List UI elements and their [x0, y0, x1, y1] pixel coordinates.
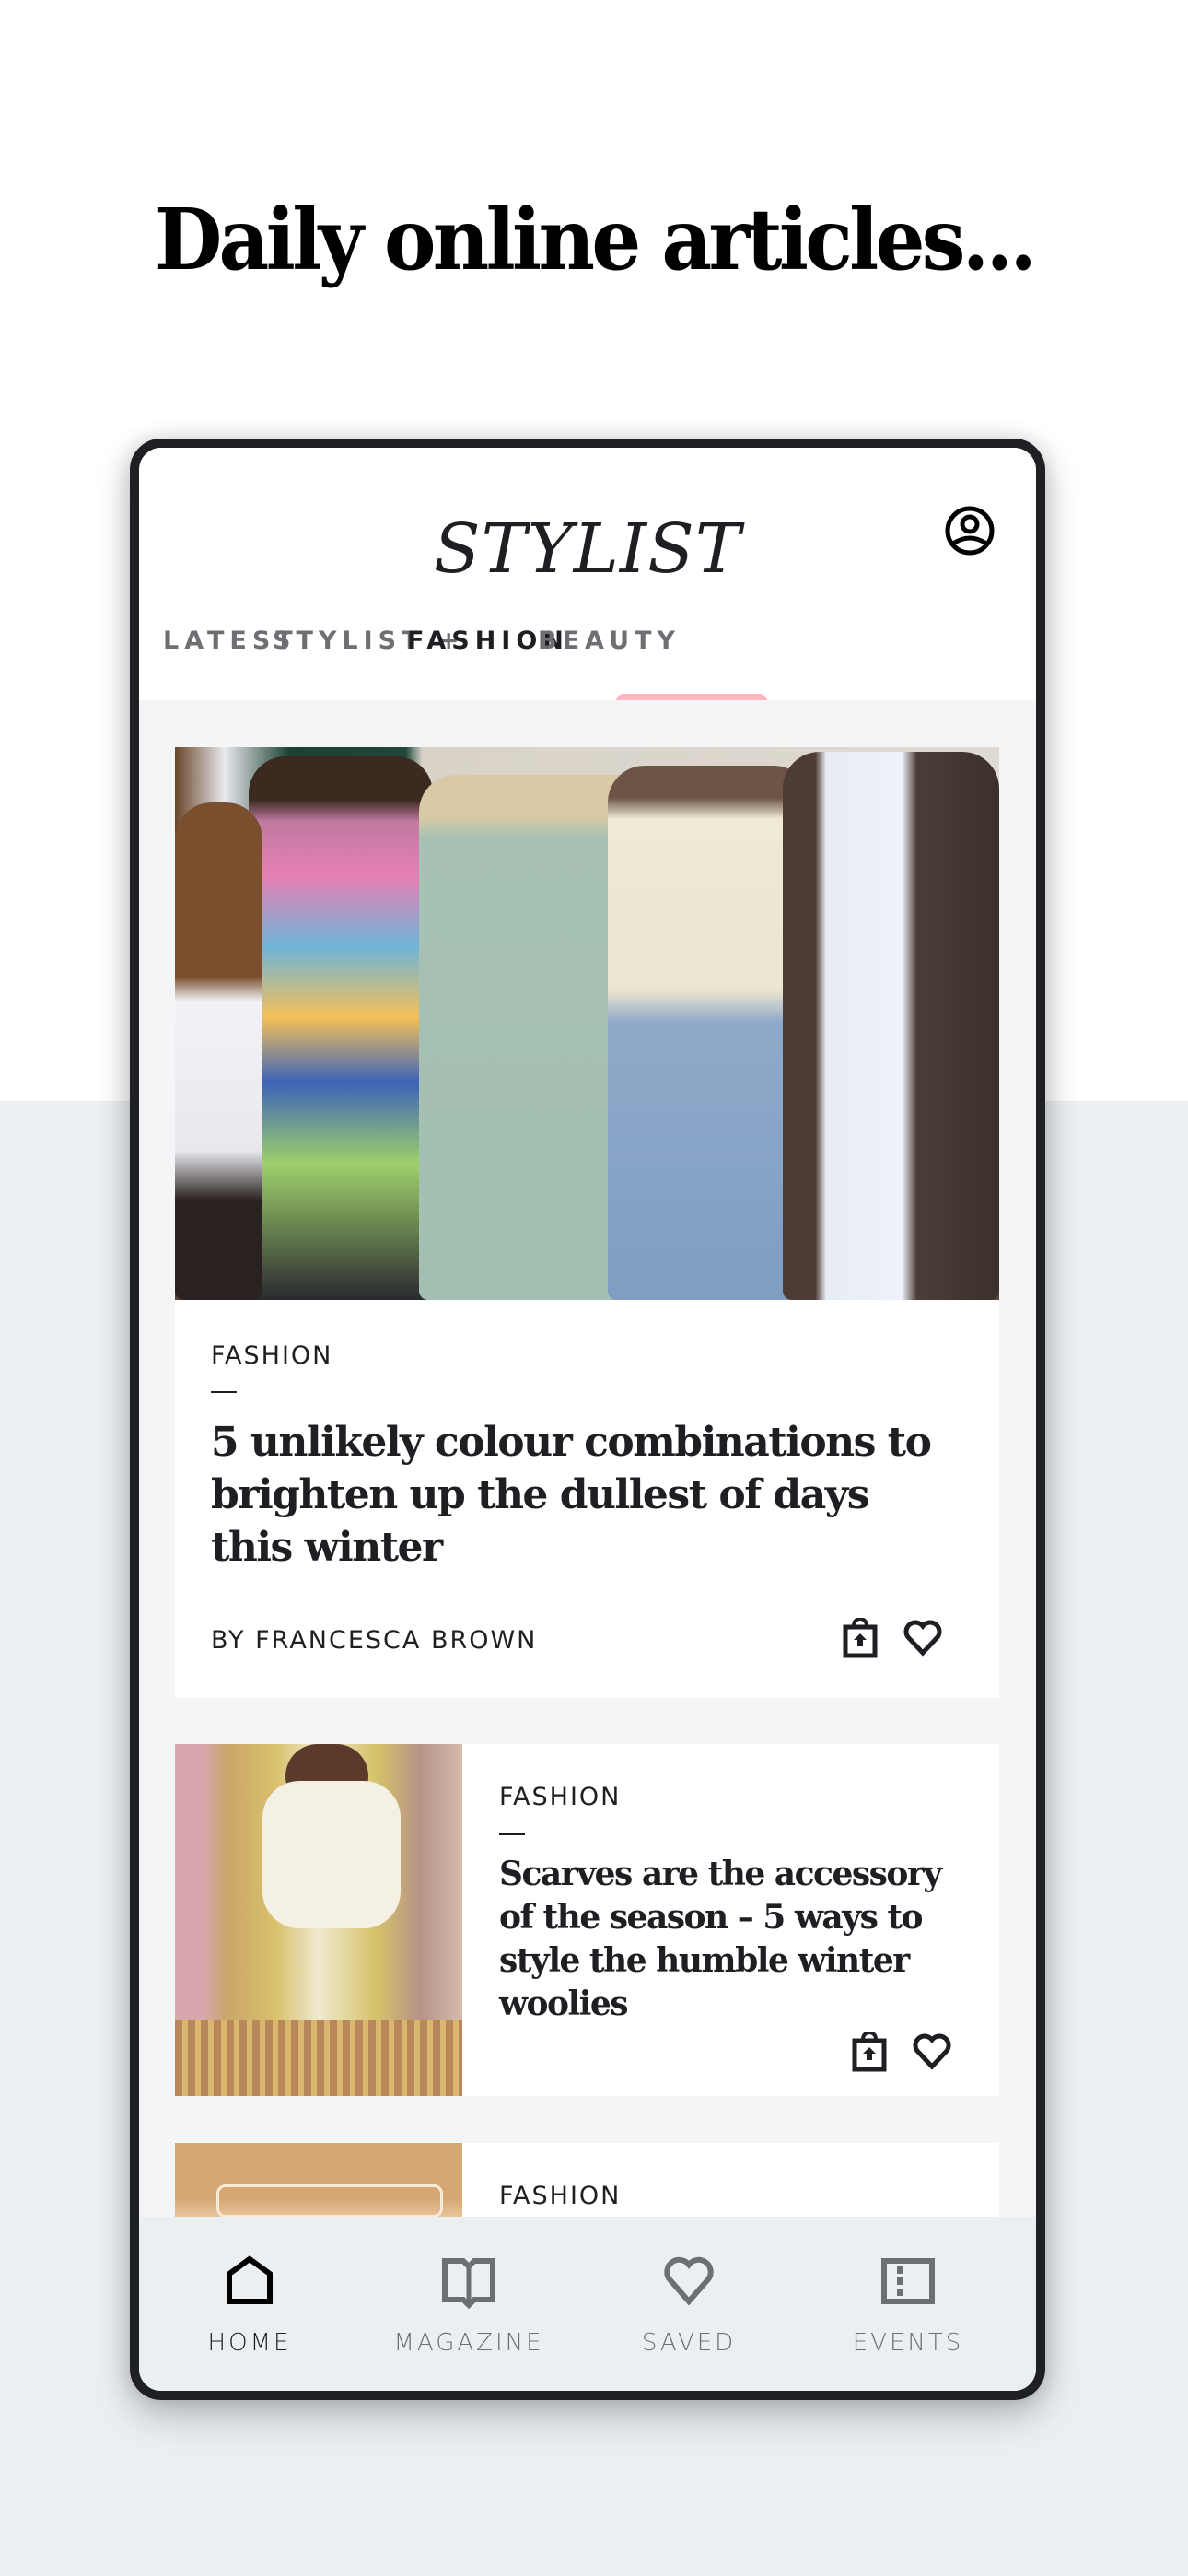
category-divider: [499, 1833, 525, 1835]
shop-bag-icon: [852, 2032, 887, 2072]
article-card[interactable]: FASHION Scarves are the accessory of the…: [175, 1744, 999, 2096]
user-circle-icon: [945, 506, 995, 556]
article-thumbnail[interactable]: [175, 1744, 462, 2096]
stylist-logo[interactable]: STYLIST: [139, 512, 1036, 586]
figure-left-edge: [175, 802, 262, 1300]
nav-home[interactable]: HOME: [157, 2217, 342, 2391]
promo-title: Daily online articles...: [154, 190, 1037, 289]
profile-button[interactable]: [942, 503, 997, 558]
home-icon: [227, 2255, 273, 2304]
heart-icon: [903, 1620, 942, 1657]
category-divider: [211, 1391, 237, 1393]
figure-leather-jacket: [783, 752, 999, 1300]
article-byline[interactable]: BY FRANCESCA BROWN: [211, 1626, 537, 1655]
heart-icon: [664, 2256, 714, 2306]
nav-saved[interactable]: SAVED: [597, 2217, 781, 2391]
article-title[interactable]: Scarves are the accessory of the season …: [499, 1853, 978, 2026]
ticket-icon: [881, 2258, 935, 2304]
app-header: STYLIST LATEST STYLIST + FASHION BEAUTY: [139, 448, 1036, 703]
save-button[interactable]: [910, 2030, 954, 2074]
tab-beauty[interactable]: BEAUTY: [538, 618, 681, 699]
figure-ruffle-top: [608, 766, 810, 1300]
figure-patterned-dress: [249, 756, 433, 1300]
shop-button[interactable]: [838, 1616, 882, 1660]
shop-bag-icon: [843, 1618, 878, 1658]
article-feed[interactable]: FASHION 5 unlikely colour combinations t…: [139, 700, 1036, 2327]
article-card[interactable]: FASHION 5 unlikely colour combinations t…: [175, 747, 999, 1698]
category-tabs: LATEST STYLIST + FASHION BEAUTY: [139, 618, 1036, 701]
article-title[interactable]: 5 unlikely colour combinations to bright…: [211, 1416, 948, 1574]
heart-icon: [913, 2033, 951, 2070]
bottom-nav: HOME MAGAZINE SAVED EVENTS: [139, 2217, 1036, 2391]
nav-label: SAVED: [641, 2329, 737, 2357]
nav-label: MAGAZINE: [393, 2329, 544, 2357]
article-category[interactable]: FASHION: [499, 2182, 621, 2211]
thumbnail-scarf-fold: [262, 1781, 401, 1928]
thumbnail-fringe: [175, 2020, 462, 2096]
shop-button[interactable]: [847, 2030, 891, 2074]
thumbnail-neon-sign: [216, 2184, 443, 2218]
save-button[interactable]: [901, 1616, 945, 1660]
article-image[interactable]: [175, 747, 999, 1300]
nav-label: EVENTS: [852, 2329, 964, 2357]
nav-events[interactable]: EVENTS: [816, 2217, 1000, 2391]
article-category[interactable]: FASHION: [499, 1783, 621, 1812]
book-icon: [442, 2258, 495, 2309]
phone-frame: STYLIST LATEST STYLIST + FASHION BEAUTY: [130, 439, 1045, 2400]
nav-magazine[interactable]: MAGAZINE: [377, 2217, 561, 2391]
article-category[interactable]: FASHION: [211, 1341, 332, 1371]
nav-label: HOME: [207, 2329, 292, 2357]
